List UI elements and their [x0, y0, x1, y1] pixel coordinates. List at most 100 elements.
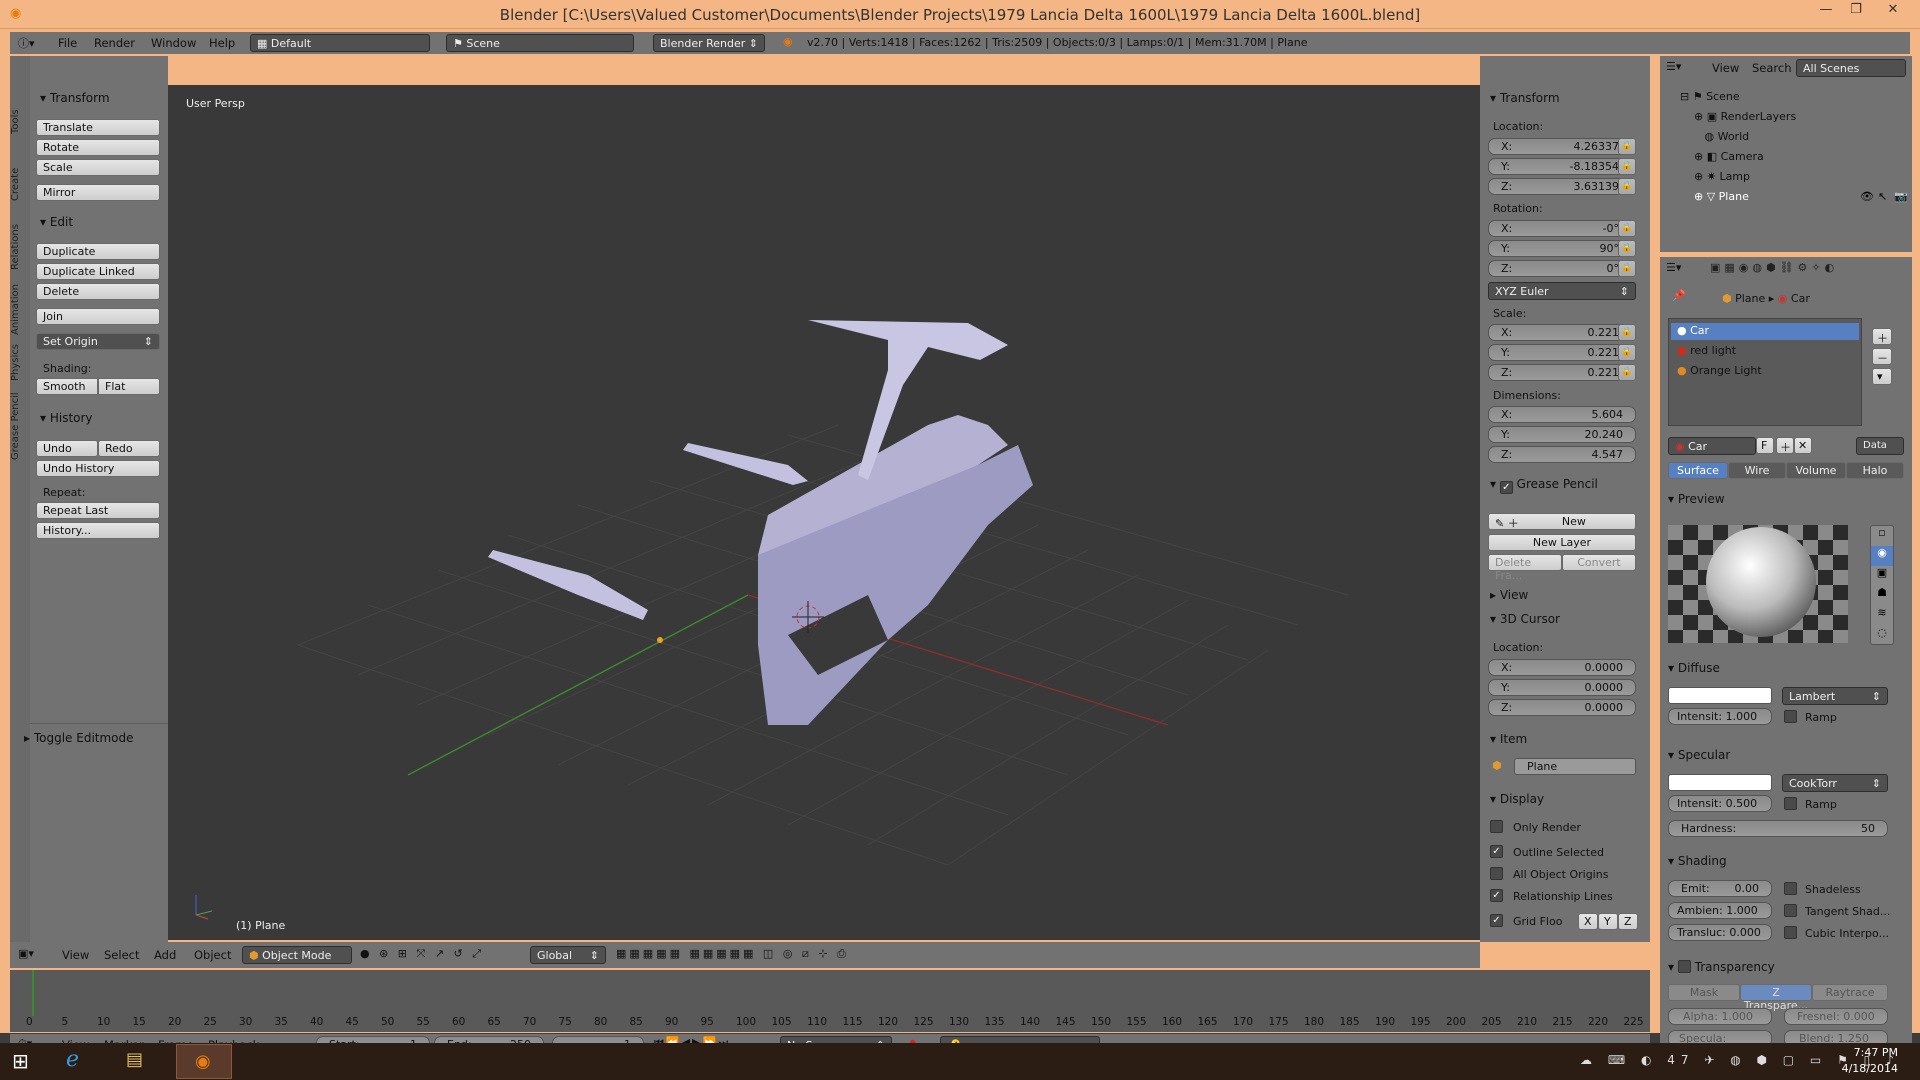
menu-help[interactable]: Help	[209, 36, 235, 50]
undo-history-button[interactable]: Undo History	[36, 460, 160, 477]
duplicate-button[interactable]: Duplicate	[36, 243, 160, 260]
lock-icon[interactable]: 🔒	[1618, 220, 1636, 237]
cursor-y-field[interactable]: Y: 0.0000	[1488, 679, 1636, 696]
join-button[interactable]: Join	[36, 308, 160, 325]
tangent-shading-checkbox[interactable]	[1784, 904, 1797, 917]
preview-panel-title[interactable]: ▾ Preview	[1668, 492, 1725, 506]
grease-pencil-checkbox[interactable]: ✓	[1499, 481, 1513, 494]
outliner-row-lamp[interactable]: ⊕ ✷ Lamp	[1694, 170, 1750, 183]
tab-tools[interactable]: Tools	[10, 92, 30, 152]
material-slot[interactable]: ● red light	[1671, 343, 1859, 360]
tab-physics[interactable]: Physics	[10, 340, 30, 386]
rotation-z-field[interactable]: Z: 0°	[1488, 260, 1632, 277]
preview-shape-buttons[interactable]: ▫ ◉ ▣ ☗ ≋ ◌	[1870, 525, 1894, 645]
render-camera-icon[interactable]: 📷	[1894, 190, 1908, 203]
maximize-button[interactable]: ❐	[1843, 2, 1869, 22]
dimension-z-field[interactable]: Z: 4.547	[1488, 446, 1636, 463]
mirror-button[interactable]: Mirror	[36, 184, 160, 201]
diffuse-ramp-checkbox[interactable]	[1784, 710, 1797, 723]
tab-mask[interactable]: Mask	[1668, 984, 1740, 1001]
scale-button[interactable]: Scale	[36, 159, 160, 176]
timeline-area[interactable]: 0 5 10 15 20 25 30 35 40 45 50 55 60 65 70 75 80 85 90 95 10…	[10, 970, 1650, 1032]
outliner-menu-view[interactable]: View	[1712, 61, 1739, 75]
diffuse-shader-select[interactable]: Lambert ⇕	[1782, 687, 1888, 705]
outliner-row-renderlayers[interactable]: ⊕ ▣ RenderLayers	[1694, 110, 1796, 123]
toggle-editmode-panel[interactable]: ▸ Toggle Editmode	[24, 731, 134, 745]
diffuse-panel-title[interactable]: ▾ Diffuse	[1668, 661, 1720, 675]
pin-icon[interactable]: 📌	[1672, 289, 1686, 302]
lock-icon[interactable]: 🔒	[1618, 178, 1636, 195]
layout-select[interactable]: ▦ Default	[250, 34, 430, 52]
rotate-button[interactable]: Rotate	[36, 139, 160, 156]
tab-create[interactable]: Create	[10, 154, 30, 214]
shadeless-checkbox[interactable]	[1784, 882, 1797, 895]
emit-field[interactable]: Emit: 0.00	[1668, 880, 1772, 897]
specular-shader-select[interactable]: CookTorr ⇕	[1782, 774, 1888, 792]
specular-panel-title[interactable]: ▾ Specular	[1668, 748, 1730, 762]
outliner-editor-icon[interactable]: ☰▾	[1666, 60, 1681, 73]
only-render-checkbox[interactable]	[1490, 820, 1503, 833]
cursor-x-field[interactable]: X: 0.0000	[1488, 659, 1636, 676]
scale-x-field[interactable]: X: 0.221	[1488, 324, 1632, 341]
fresnel-field[interactable]: Fresnel: 0.000	[1784, 1008, 1888, 1025]
mode-select[interactable]: ⬢ Object Mode	[242, 946, 352, 964]
alpha-field[interactable]: Alpha: 1.000	[1668, 1008, 1772, 1025]
orientation-select[interactable]: Global ⇕	[530, 946, 606, 964]
grease-pencil-title[interactable]: ▾ ✓ Grease Pencil	[1490, 477, 1598, 494]
new-material-button[interactable]: ＋	[1776, 437, 1794, 454]
outliner-filter-select[interactable]: All Scenes	[1796, 59, 1906, 77]
cubic-interpolation-checkbox[interactable]	[1784, 926, 1797, 939]
location-y-field[interactable]: Y: -8.18354	[1488, 158, 1632, 175]
menu-select[interactable]: Select	[104, 948, 139, 962]
tab-raytrace[interactable]: Raytrace	[1812, 984, 1888, 1001]
new-layer-button[interactable]: New Layer	[1488, 534, 1636, 551]
all-origins-checkbox[interactable]	[1490, 867, 1503, 880]
delete-frame-button[interactable]: Delete Fra...	[1488, 554, 1562, 582]
rotation-x-field[interactable]: X: -0°	[1488, 220, 1632, 237]
tab-grease-pencil[interactable]: Grease Pencil	[10, 386, 30, 466]
history-button[interactable]: History...	[36, 522, 160, 539]
remove-slot-button[interactable]: －	[1872, 348, 1892, 365]
scene-select[interactable]: ⚑ Scene	[446, 34, 634, 52]
transparency-checkbox[interactable]	[1677, 960, 1691, 973]
current-frame-marker[interactable]	[32, 970, 34, 1016]
outliner-row-plane[interactable]: ⊕ ▽ Plane	[1694, 190, 1749, 203]
lock-icon[interactable]: 🔒	[1618, 324, 1636, 341]
material-slot[interactable]: ● Car	[1671, 323, 1859, 340]
rotation-mode-select[interactable]: XYZ Euler ⇕	[1488, 282, 1636, 300]
convert-button[interactable]: Convert	[1562, 554, 1636, 571]
cursor-z-field[interactable]: Z: 0.0000	[1488, 699, 1636, 716]
location-z-field[interactable]: Z: 3.63139	[1488, 178, 1632, 195]
editor-type-icon[interactable]: ▣▾	[18, 947, 34, 960]
specular-color-swatch[interactable]	[1668, 774, 1772, 791]
tab-halo[interactable]: Halo	[1846, 462, 1904, 479]
grid-floor-checkbox[interactable]: ✓	[1490, 914, 1503, 927]
smooth-button[interactable]: Smooth	[36, 378, 98, 395]
grid-axis-y-toggle[interactable]: Y	[1598, 913, 1618, 930]
info-editor-icon[interactable]: ⓘ▾	[18, 35, 35, 51]
tab-wire[interactable]: Wire	[1728, 462, 1786, 479]
windows-start-icon[interactable]: ⊞	[12, 1049, 29, 1073]
duplicate-linked-button[interactable]: Duplicate Linked	[36, 263, 160, 280]
diffuse-color-swatch[interactable]	[1668, 687, 1772, 704]
outliner-row-camera[interactable]: ⊕ ◧ Camera	[1694, 150, 1764, 163]
3d-cursor-title[interactable]: ▾ 3D Cursor	[1490, 612, 1560, 626]
diffuse-intensity-field[interactable]: Intensit: 1.000	[1668, 708, 1772, 725]
file-explorer-icon[interactable]: ▤	[126, 1049, 143, 1070]
menu-window[interactable]: Window	[151, 36, 196, 50]
translucency-field[interactable]: Transluc: 0.000	[1668, 924, 1772, 941]
3d-viewport[interactable]: User Persp (1) Plane	[168, 85, 1480, 940]
translate-button[interactable]: Translate	[36, 119, 160, 136]
fake-user-button[interactable]: F	[1756, 437, 1774, 454]
viewport-shading-icons[interactable]: ● ⊛ ⊞ ⤧ ↗ ↺ ⤢	[360, 947, 484, 961]
tab-surface[interactable]: Surface	[1668, 462, 1728, 479]
tab-volume[interactable]: Volume	[1786, 462, 1846, 479]
internet-explorer-icon[interactable]: ℯ	[66, 1047, 79, 1072]
layer-buttons[interactable]: ▦▦▦▦▦ ▦▦▦▦▦ ◫ ◎ ⧄ ⊹ ⎙	[616, 947, 849, 961]
menu-render[interactable]: Render	[94, 36, 135, 50]
select-arrow-icon[interactable]: ↖	[1878, 190, 1887, 203]
outliner-row-world[interactable]: ◍ World	[1694, 130, 1749, 143]
lock-icon[interactable]: 🔒	[1618, 260, 1636, 277]
rotation-y-field[interactable]: Y: 90°	[1488, 240, 1632, 257]
hardness-field[interactable]: Hardness: 50	[1668, 820, 1888, 837]
